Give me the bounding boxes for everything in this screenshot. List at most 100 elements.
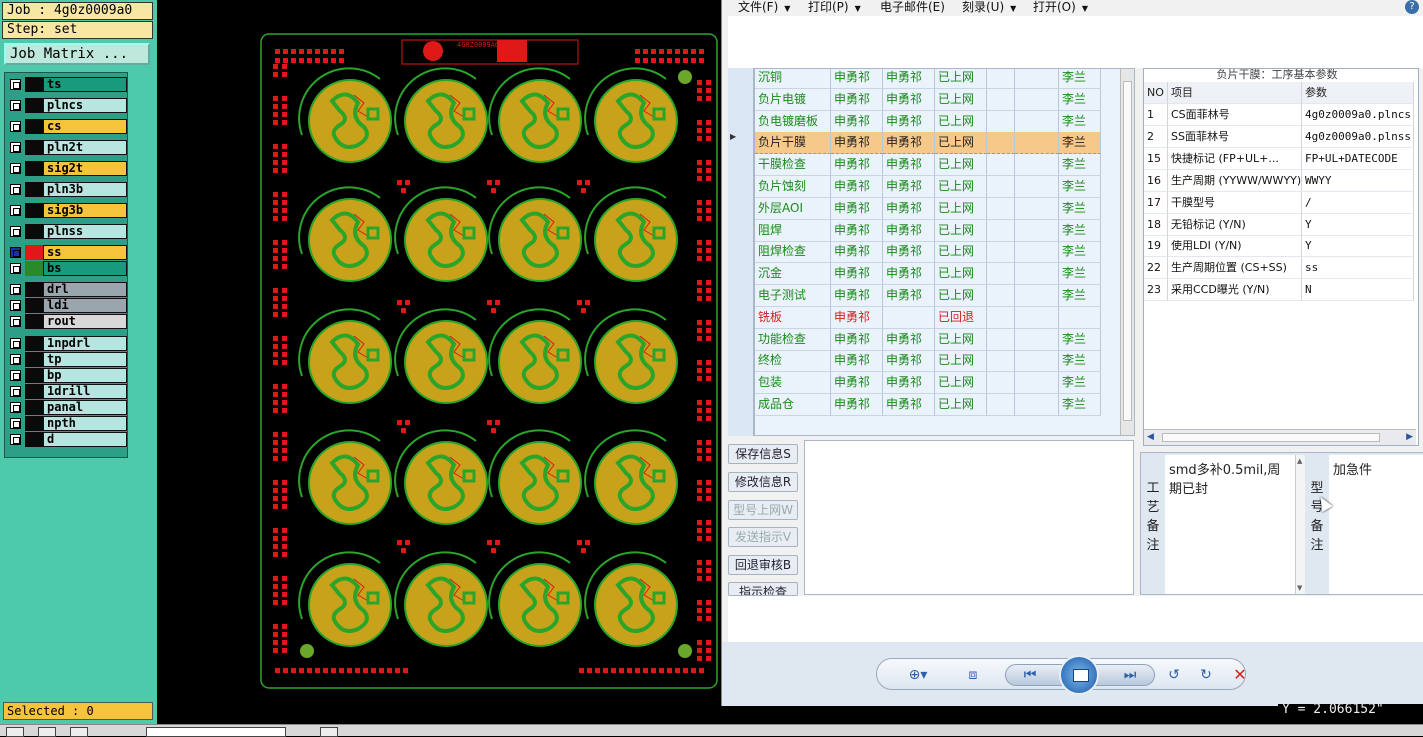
action-button[interactable]: 发送指示V (728, 527, 798, 547)
scroll-left-icon[interactable]: ◀ (1147, 432, 1154, 442)
params-row[interactable]: 16 生产周期 (YYWW/WWYY) WWYY (1144, 169, 1414, 192)
layer-name[interactable]: bp (43, 368, 127, 383)
action-button[interactable]: 保存信息S (728, 444, 798, 464)
table-row[interactable]: 阻焊 申勇祁 申勇祁 已上网 李兰 (755, 219, 1115, 242)
layer-checkbox[interactable] (10, 284, 21, 295)
model-note-field[interactable]: 加急件 (1329, 455, 1423, 594)
layer-checkbox[interactable] (10, 338, 21, 349)
layer-checkbox[interactable] (10, 226, 21, 237)
layer-color-swatch[interactable] (25, 224, 43, 239)
layer-color-swatch[interactable] (25, 140, 43, 155)
layer-checkbox[interactable] (10, 263, 21, 274)
layer-row[interactable]: cs (7, 119, 127, 134)
layer-color-swatch[interactable] (25, 98, 43, 113)
layer-checkbox[interactable] (10, 354, 21, 365)
delete-icon[interactable]: ✕ (1229, 666, 1251, 684)
slideshow-icon[interactable] (1059, 655, 1099, 695)
layer-color-swatch[interactable] (25, 384, 43, 399)
layer-checkbox[interactable] (10, 79, 21, 90)
layer-name[interactable]: bs (43, 261, 127, 276)
params-row[interactable]: 19 使用LDI (Y/N) Y (1144, 235, 1414, 258)
params-header-cell[interactable]: 参数 (1302, 82, 1414, 104)
layer-row[interactable]: 1drill (7, 384, 127, 399)
layer-name[interactable]: cs (43, 119, 127, 134)
fit-icon[interactable]: ⧈ (961, 666, 985, 684)
params-row[interactable]: 17 干膜型号 / (1144, 191, 1414, 214)
layer-name[interactable]: ss (43, 245, 127, 260)
layer-name[interactable]: panal (43, 400, 127, 415)
menu-item[interactable]: 打印(P) ▼ (808, 0, 861, 16)
grid-scroll-thumb[interactable] (1123, 81, 1132, 421)
layer-checkbox[interactable] (10, 184, 21, 195)
action-button[interactable]: 型号上网W (728, 500, 798, 520)
layer-row[interactable]: pln2t (7, 140, 127, 155)
layer-name[interactable]: tp (43, 352, 127, 367)
layer-checkbox[interactable] (10, 300, 21, 311)
layer-color-swatch[interactable] (25, 314, 43, 329)
layer-row[interactable]: sig2t (7, 161, 127, 176)
layer-checkbox[interactable] (10, 434, 21, 445)
layer-color-swatch[interactable] (25, 203, 43, 218)
table-row[interactable]: 成品仓 申勇祁 申勇祁 已上网 李兰 (755, 394, 1115, 416)
layer-checkbox[interactable] (10, 386, 21, 397)
menu-item[interactable]: 打开(O) ▼ (1033, 0, 1088, 16)
layer-checkbox[interactable] (10, 316, 21, 327)
layer-row[interactable]: ts (7, 77, 127, 92)
table-row[interactable]: 包装 申勇祁 申勇祁 已上网 李兰 (755, 372, 1115, 395)
layer-checkbox[interactable] (10, 247, 21, 258)
layer-row[interactable]: bp (7, 368, 127, 383)
layer-name[interactable]: pln2t (43, 140, 127, 155)
process-note-field[interactable]: smd多补0.5mil,周期已封 (1165, 455, 1295, 594)
layer-row[interactable]: 1npdrl (7, 336, 127, 351)
menu-item[interactable]: 刻录(U) ▼ (962, 0, 1016, 16)
params-header-cell[interactable]: 项目 (1168, 82, 1302, 104)
layer-name[interactable]: rout (43, 314, 127, 329)
layer-color-swatch[interactable] (25, 336, 43, 351)
layer-color-swatch[interactable] (25, 416, 43, 431)
table-row[interactable]: 阻焊检查 申勇祁 申勇祁 已上网 李兰 (755, 241, 1115, 264)
layer-checkbox[interactable] (10, 205, 21, 216)
layer-color-swatch[interactable] (25, 245, 43, 260)
layer-name[interactable]: drl (43, 282, 127, 297)
memo-box[interactable] (804, 440, 1134, 595)
table-row[interactable]: 沉金 申勇祁 申勇祁 已上网 李兰 (755, 263, 1115, 286)
layer-checkbox[interactable] (10, 142, 21, 153)
table-row[interactable]: 电子测试 申勇祁 申勇祁 已上网 李兰 (755, 285, 1115, 307)
scroll-down-icon[interactable]: ▼ (1297, 584, 1302, 592)
layer-row[interactable]: npth (7, 416, 127, 431)
table-row[interactable]: 沉铜 申勇祁 申勇祁 已上网 李兰 (755, 69, 1115, 89)
process-note-scrollbar[interactable]: ▲ ▼ (1295, 455, 1305, 594)
layer-checkbox[interactable] (10, 100, 21, 111)
layer-name[interactable]: 1drill (43, 384, 127, 399)
layer-name[interactable]: 1npdrl (43, 336, 127, 351)
params-hscrollbar[interactable]: ◀ ▶ (1144, 429, 1416, 445)
layer-row[interactable]: plncs (7, 98, 127, 113)
table-row[interactable]: 干膜检查 申勇祁 申勇祁 已上网 李兰 (755, 154, 1115, 177)
table-row[interactable]: 铣板 申勇祁 已回退 (755, 306, 1115, 329)
layer-name[interactable]: sig2t (43, 161, 127, 176)
action-button[interactable]: 回退审核B (728, 555, 798, 575)
layer-row[interactable]: tp (7, 352, 127, 367)
layer-name[interactable]: d (43, 432, 127, 447)
layer-color-swatch[interactable] (25, 182, 43, 197)
layer-checkbox[interactable] (10, 402, 21, 413)
layer-checkbox[interactable] (10, 370, 21, 381)
table-row[interactable]: 负片电镀 申勇祁 申勇祁 已上网 李兰 (755, 88, 1115, 111)
params-grid[interactable]: 负片干膜：工序基本参数 ◀ ▶ NO 项目 参数 1 CS面菲林号 4g0z0009a0.… (1143, 68, 1419, 446)
table-row[interactable]: 外层AOI 申勇祁 申勇祁 已上网 李兰 (755, 197, 1115, 220)
layer-row[interactable]: bs (7, 261, 127, 276)
table-row[interactable]: 负片蚀刻 申勇祁 申勇祁 已上网 李兰 (755, 176, 1115, 198)
layer-row[interactable]: sig3b (7, 203, 127, 218)
layer-color-swatch[interactable] (25, 77, 43, 92)
layer-row[interactable]: drl (7, 282, 127, 297)
job-matrix-button[interactable]: Job Matrix ... (4, 43, 150, 65)
zoom-icon[interactable]: ⊕▾ (901, 666, 935, 684)
layer-row[interactable]: plnss (7, 224, 127, 239)
pcb-canvas[interactable]: 4G0Z0009A0 (157, 0, 721, 724)
params-row[interactable]: 18 无铅标记 (Y/N) Y (1144, 213, 1414, 236)
layer-row[interactable]: pln3b (7, 182, 127, 197)
menu-item[interactable]: 电子邮件(E) (880, 0, 945, 14)
layer-name[interactable]: pln3b (43, 182, 127, 197)
layer-color-swatch[interactable] (25, 368, 43, 383)
layer-name[interactable]: npth (43, 416, 127, 431)
